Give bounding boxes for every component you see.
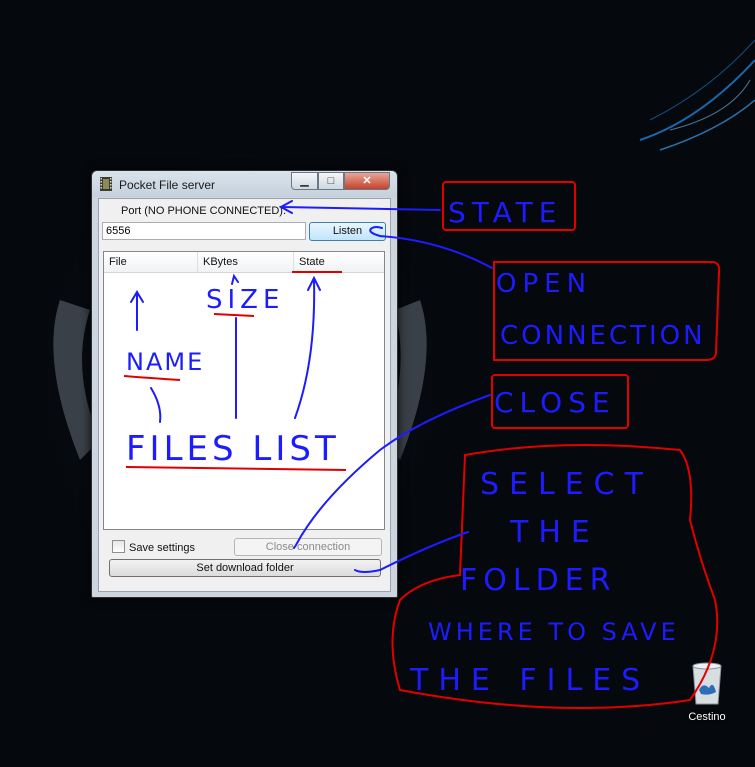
recycle-bin-icon	[692, 662, 722, 705]
close-icon: ✕	[362, 175, 372, 187]
minimize-icon: ▁	[300, 175, 309, 187]
window-title: Pocket File server	[119, 178, 216, 192]
recycle-bin[interactable]: Cestino	[683, 662, 731, 723]
title-bar[interactable]: Pocket File server ▁ □ ✕	[92, 171, 397, 197]
listen-button[interactable]: Listen	[309, 222, 386, 241]
port-status-label: Port (NO PHONE CONNECTED):	[121, 205, 287, 217]
pocket-file-server-window: Pocket File server ▁ □ ✕ Port (NO PHONE …	[91, 170, 398, 598]
column-state[interactable]: State	[294, 252, 384, 272]
column-kbytes[interactable]: KBytes	[198, 252, 294, 272]
close-connection-button[interactable]: Close connection	[234, 538, 382, 556]
close-window-button[interactable]: ✕	[344, 172, 390, 190]
maximize-button[interactable]: □	[318, 172, 344, 190]
maximize-icon: □	[327, 175, 335, 187]
save-settings-label: Save settings	[129, 542, 196, 554]
checkbox-box[interactable]	[112, 540, 125, 553]
minimize-button[interactable]: ▁	[291, 172, 318, 190]
port-input[interactable]	[102, 222, 306, 240]
files-list-header: File KBytes State	[104, 252, 384, 273]
app-film-icon	[100, 177, 112, 191]
files-list[interactable]: File KBytes State	[103, 251, 385, 530]
save-settings-checkbox[interactable]: Save settings	[112, 540, 195, 554]
set-download-folder-button[interactable]: Set download folder	[109, 559, 381, 577]
column-file[interactable]: File	[104, 252, 198, 272]
window-client-area: Port (NO PHONE CONNECTED): Listen File K…	[98, 198, 391, 592]
recycle-bin-label: Cestino	[688, 711, 726, 723]
